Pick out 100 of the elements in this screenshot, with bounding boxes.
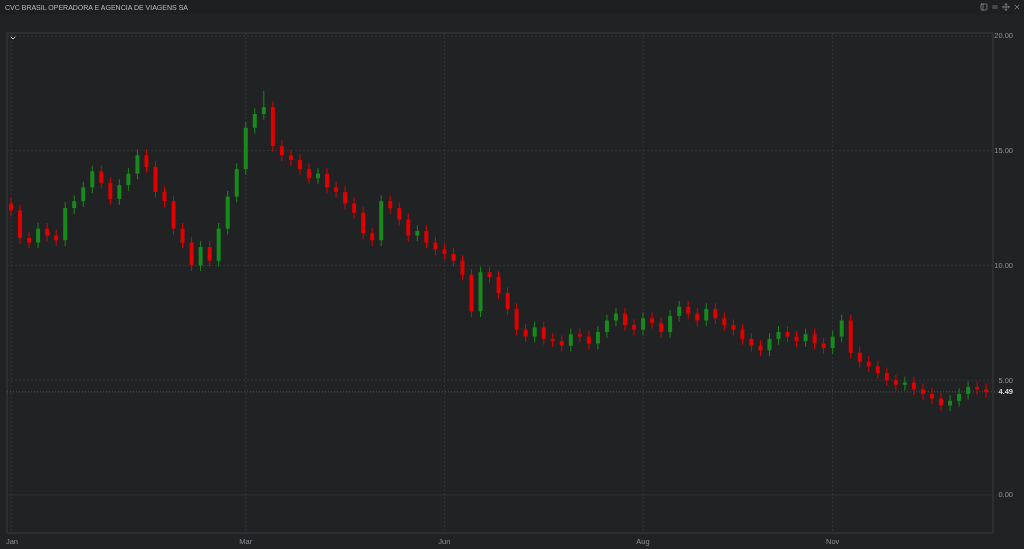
candlestick xyxy=(821,337,826,355)
candlestick xyxy=(487,266,492,284)
candlestick xyxy=(875,360,880,380)
candlestick xyxy=(18,204,23,245)
collapse-chevron-icon[interactable] xyxy=(9,34,17,42)
candlestick xyxy=(153,160,158,199)
candlestick xyxy=(198,240,203,272)
candlestick xyxy=(776,325,781,346)
candlestick xyxy=(785,325,790,343)
candlestick xyxy=(433,236,438,256)
candlestick xyxy=(920,383,925,401)
candlestick xyxy=(659,316,664,339)
candlestick xyxy=(604,314,609,339)
candlestick xyxy=(641,312,646,336)
candlestick xyxy=(975,380,980,396)
candlestick xyxy=(948,394,953,412)
candlestick xyxy=(270,100,275,153)
candlestick xyxy=(568,328,573,352)
candlestick xyxy=(677,300,682,323)
candlestick xyxy=(117,178,122,206)
candlestick xyxy=(595,325,600,350)
candlestick xyxy=(388,194,393,215)
candlestick xyxy=(72,194,77,215)
candlestick xyxy=(523,323,528,343)
candlestick xyxy=(306,162,311,185)
candlestick xyxy=(623,307,627,332)
candlestick xyxy=(99,165,104,190)
candlestick xyxy=(740,323,745,346)
candlestick xyxy=(469,268,474,318)
candlestick xyxy=(532,321,537,343)
candlestick xyxy=(225,190,230,235)
candlestick xyxy=(632,318,636,336)
candlestick xyxy=(930,387,934,405)
candlestick xyxy=(803,328,808,348)
candlestick xyxy=(966,380,971,401)
candlestick xyxy=(812,328,817,350)
candlestick xyxy=(514,302,519,336)
candlestick xyxy=(839,314,844,343)
candlestick xyxy=(108,176,113,206)
candlestick xyxy=(505,286,510,316)
candlestick xyxy=(90,165,95,194)
candlestick xyxy=(722,312,727,332)
candlestick xyxy=(577,328,582,343)
candlestick xyxy=(63,201,68,247)
close-icon[interactable] xyxy=(1013,3,1021,11)
candlestick xyxy=(370,227,375,247)
candlestick xyxy=(216,222,221,268)
candlestick xyxy=(478,266,483,318)
candlestick xyxy=(866,355,871,373)
candlestick xyxy=(758,339,763,357)
candlestick xyxy=(586,330,591,350)
candlestick xyxy=(767,332,772,357)
candlestick xyxy=(613,307,618,327)
candlestick xyxy=(243,121,248,176)
candlestick xyxy=(126,167,131,192)
candlestick xyxy=(279,139,284,162)
candlestick xyxy=(902,376,907,391)
move-icon[interactable] xyxy=(1002,3,1010,11)
candlestick xyxy=(884,367,889,387)
candlestick xyxy=(334,181,339,199)
candlestick xyxy=(451,247,456,268)
candlestick xyxy=(957,387,962,408)
candlestick xyxy=(893,373,898,391)
candlestick xyxy=(325,167,330,194)
candlestick xyxy=(144,149,149,173)
candlestick xyxy=(550,332,555,348)
candlestick xyxy=(252,107,257,134)
candlestick xyxy=(135,149,140,180)
candlestick xyxy=(406,213,411,242)
equals-icon[interactable] xyxy=(991,3,999,11)
candlestick xyxy=(297,153,302,176)
candlestick xyxy=(36,222,41,249)
candlestick xyxy=(749,332,754,352)
candlestick xyxy=(162,185,167,208)
candlestick xyxy=(830,330,835,355)
candlestick xyxy=(397,201,402,226)
panel-icon[interactable] xyxy=(980,3,988,11)
candlestick xyxy=(180,222,185,249)
candlestick xyxy=(559,334,564,352)
candlestick xyxy=(288,149,293,167)
candlestick xyxy=(668,309,673,339)
candlestick xyxy=(316,167,320,185)
candlestick xyxy=(794,330,799,348)
candlestick xyxy=(27,231,32,249)
candlestick xyxy=(343,185,348,210)
candlestick xyxy=(731,318,736,336)
candlestick xyxy=(9,197,13,217)
candlestick xyxy=(848,314,853,359)
candlestick xyxy=(541,321,546,346)
candlestick xyxy=(415,224,420,242)
candlestick xyxy=(171,194,176,235)
candlestick xyxy=(704,302,709,327)
candlestick xyxy=(189,236,194,272)
candlestick xyxy=(686,300,691,320)
candlestick xyxy=(496,270,501,300)
candlestick xyxy=(460,254,465,281)
candlestick xyxy=(261,90,266,121)
candlestick xyxy=(207,240,212,268)
candlestick xyxy=(361,206,366,240)
candlestick xyxy=(54,229,59,247)
